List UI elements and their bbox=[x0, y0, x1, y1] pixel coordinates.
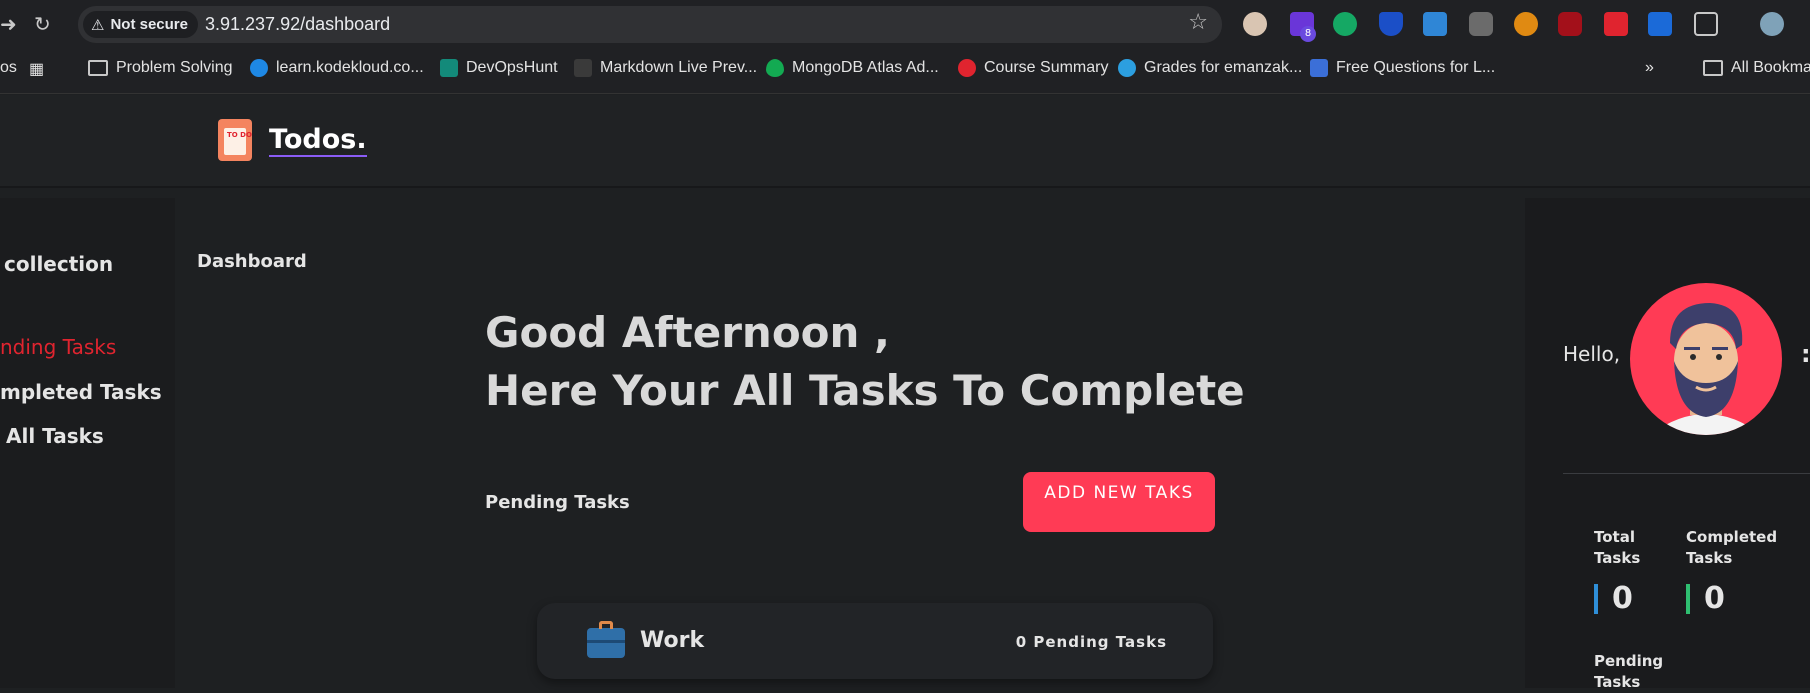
extension-icon[interactable] bbox=[1423, 12, 1447, 36]
bookmark-grades[interactable]: Grades for emanzak... bbox=[1118, 59, 1302, 77]
bookmarks-bar: os ▦ Problem Solving learn.kodekloud.co.… bbox=[0, 48, 1810, 94]
extension-icon[interactable] bbox=[1648, 12, 1672, 36]
main-content: Dashboard Good Afternoon , Here Your All… bbox=[175, 198, 1525, 688]
briefcase-icon bbox=[587, 621, 625, 658]
salesforce-cloud-icon bbox=[1118, 59, 1136, 77]
bookmark-label: learn.kodekloud.co... bbox=[276, 59, 424, 76]
bookmark-label: MongoDB Atlas Ad... bbox=[792, 59, 939, 76]
profile-menu-icon[interactable]: : bbox=[1801, 340, 1810, 368]
bookmark-mongodb[interactable]: MongoDB Atlas Ad... bbox=[766, 59, 939, 77]
divider bbox=[1563, 473, 1810, 474]
bookmark-course-summary[interactable]: Course Summary bbox=[958, 59, 1108, 77]
app-header: TO DO Todos. bbox=[0, 95, 1810, 188]
bookmark-free-questions[interactable]: Free Questions for L... bbox=[1310, 59, 1495, 77]
add-new-task-button[interactable]: ADD NEW TAKS bbox=[1023, 472, 1215, 532]
extensions-puzzle-icon[interactable] bbox=[1694, 12, 1718, 36]
redhat-icon bbox=[958, 59, 976, 77]
devopshunt-icon bbox=[440, 59, 458, 77]
bookmark-label: All Bookma bbox=[1731, 59, 1810, 76]
card-title: Work bbox=[640, 628, 705, 653]
sidebar-item-all[interactable]: All Tasks bbox=[6, 424, 104, 448]
bookmark-kodekloud[interactable]: learn.kodekloud.co... bbox=[250, 59, 424, 77]
bookmark-cut[interactable]: os bbox=[0, 59, 17, 77]
profile-avatar-icon[interactable] bbox=[1760, 12, 1784, 36]
warning-icon: ⚠ bbox=[91, 16, 105, 34]
more-bookmarks-chevron-icon[interactable]: » bbox=[1645, 59, 1654, 77]
bookmark-markdown[interactable]: Markdown Live Prev... bbox=[574, 59, 757, 77]
extension-icon[interactable] bbox=[1469, 12, 1493, 36]
bookmark-label: Free Questions for L... bbox=[1336, 59, 1496, 76]
browser-toolbar: ➜ ↻ ⚠ Not secure 3.91.237.92/dashboard ☆… bbox=[0, 0, 1810, 48]
sidebar: collection nding Tasks mpleted Tasks All… bbox=[0, 198, 175, 688]
address-bar[interactable]: ⚠ Not secure 3.91.237.92/dashboard ☆ bbox=[78, 6, 1222, 43]
extension-badge: 8 bbox=[1300, 26, 1316, 42]
extension-icon[interactable] bbox=[1243, 12, 1267, 36]
url-text[interactable]: 3.91.237.92/dashboard bbox=[205, 14, 390, 35]
bookmark-folder-problem-solving[interactable]: Problem Solving bbox=[88, 59, 233, 77]
extension-icon[interactable] bbox=[1604, 12, 1628, 36]
profile-panel: Hello, : Total Tasks 0 Completed Tasks 0… bbox=[1525, 198, 1810, 691]
bookmark-label: Grades for emanzak... bbox=[1144, 59, 1303, 76]
card-pending-count: 0 Pending Tasks bbox=[1015, 633, 1167, 651]
total-tasks-label: Total Tasks bbox=[1594, 528, 1641, 567]
bookmark-label: Course Summary bbox=[984, 59, 1109, 76]
avatar[interactable] bbox=[1630, 283, 1782, 435]
greeting-line-1: Good Afternoon , bbox=[485, 308, 891, 357]
all-bookmarks-folder[interactable]: All Bookma bbox=[1703, 59, 1810, 77]
sidebar-item-completed[interactable]: mpleted Tasks bbox=[0, 380, 162, 404]
todo-clipboard-icon: TO DO bbox=[218, 119, 252, 161]
mongodb-leaf-icon bbox=[766, 59, 784, 77]
reload-icon[interactable]: ↻ bbox=[34, 12, 51, 36]
bookmark-label: DevOpsHunt bbox=[466, 59, 558, 76]
hello-text: Hello, bbox=[1563, 342, 1621, 366]
apps-grid-icon[interactable]: ▦ bbox=[29, 59, 44, 79]
back-arrow-icon[interactable]: ➜ bbox=[0, 12, 17, 36]
completed-tasks-value: 0 bbox=[1686, 584, 1725, 614]
bookmark-label: Problem Solving bbox=[116, 59, 233, 76]
greeting-line-2: Here Your All Tasks To Complete bbox=[485, 366, 1245, 415]
logo-badge-text: TO DO bbox=[227, 131, 252, 139]
sidebar-item-pending[interactable]: nding Tasks bbox=[0, 335, 116, 359]
task-category-card[interactable]: Work 0 Pending Tasks bbox=[537, 603, 1213, 679]
completed-tasks-label: Completed Tasks bbox=[1686, 528, 1778, 567]
folder-icon bbox=[1703, 60, 1723, 76]
folder-icon bbox=[88, 60, 108, 76]
shield-extension-icon[interactable] bbox=[1379, 12, 1403, 36]
ublock-icon[interactable] bbox=[1558, 12, 1582, 36]
pending-tasks-label: Pending Tasks bbox=[1594, 652, 1664, 691]
total-tasks-value: 0 bbox=[1594, 584, 1633, 614]
breadcrumb[interactable]: Dashboard bbox=[197, 251, 307, 272]
grammarly-icon[interactable] bbox=[1333, 12, 1357, 36]
app-logo-text[interactable]: Todos. bbox=[269, 125, 367, 157]
markdown-icon bbox=[574, 59, 592, 77]
security-label: Not secure bbox=[110, 16, 188, 33]
bookmark-devopshunt[interactable]: DevOpsHunt bbox=[440, 59, 558, 77]
bookmark-star-icon[interactable]: ☆ bbox=[1188, 10, 1208, 35]
free-questions-icon bbox=[1310, 59, 1328, 77]
section-title: Pending Tasks bbox=[485, 492, 630, 513]
extension-icon[interactable] bbox=[1514, 12, 1538, 36]
sidebar-collection-heading: collection bbox=[4, 252, 114, 276]
security-indicator[interactable]: ⚠ Not secure bbox=[83, 11, 198, 38]
bookmark-label: Markdown Live Prev... bbox=[600, 59, 758, 76]
kodekloud-icon bbox=[250, 59, 268, 77]
